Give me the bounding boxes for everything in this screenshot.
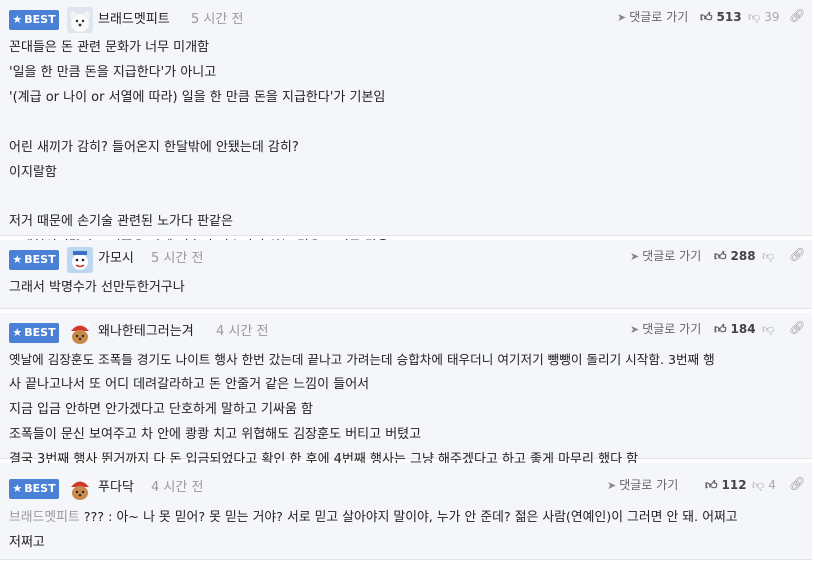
- comment-body: 꼰대들은 돈 관련 문화가 너무 미개함 '일을 한 만큼 돈을 지급한다'가 …: [9, 40, 389, 254]
- comment-time: 5 시간 전: [151, 251, 204, 266]
- send-arrow-icon: ➤: [630, 250, 640, 263]
- comment-item: ★ BEST 왜나한테그러는겨 4 시간 전 ➤ 댓글로 가기 👍︎ 184 👎︎ 🔗…: [0, 313, 812, 467]
- comment-item: ★ BEST 가모시 5 시간 전 ➤ 댓글로 가기 👍︎ 288 👎︎ 🔗︎ 그래서…: [0, 240, 812, 309]
- thumbs-up-icon: 👍︎: [705, 478, 718, 492]
- santa-dog-avatar: [67, 476, 93, 502]
- comment-body: 옛날에 김장훈도 조폭들 경기도 나이트 행사 한번 갔는데 끝나고 가려는데 …: [9, 352, 715, 467]
- thumbs-up-icon: 👍︎: [714, 249, 727, 263]
- link-icon[interactable]: 🔗︎: [789, 247, 806, 265]
- santa-dog-avatar: [67, 320, 93, 346]
- thumbs-down-icon: 👎︎: [748, 10, 761, 24]
- comment-time: 4 시간 전: [216, 324, 269, 339]
- like-button[interactable]: 👍︎ 513: [700, 8, 742, 26]
- author-nickname[interactable]: 브래드멧피트: [98, 11, 170, 29]
- author-nickname[interactable]: 푸다닥: [98, 479, 134, 497]
- white-dog-avatar: [67, 7, 93, 33]
- send-arrow-icon: ➤: [630, 323, 640, 336]
- link-icon[interactable]: 🔗︎: [789, 8, 806, 26]
- dislike-button[interactable]: 👎︎: [762, 320, 778, 338]
- like-button[interactable]: 👍︎ 288: [714, 247, 756, 265]
- star-icon: ★: [12, 326, 23, 339]
- comment-time: 4 시간 전: [151, 480, 204, 495]
- best-badge: ★ BEST: [9, 323, 59, 343]
- dislike-button[interactable]: 👎︎: [762, 247, 778, 265]
- thumbs-down-icon: 👎︎: [762, 249, 775, 263]
- comment-time: 5 시간 전: [191, 12, 244, 27]
- thumbs-up-icon: 👍︎: [714, 322, 727, 336]
- go-to-reply-link[interactable]: ➤ 댓글로 가기: [607, 476, 678, 495]
- send-arrow-icon: ➤: [617, 11, 627, 24]
- star-icon: ★: [12, 253, 23, 266]
- author-nickname[interactable]: 가모시: [98, 250, 134, 268]
- best-badge: ★ BEST: [9, 479, 59, 499]
- link-icon[interactable]: 🔗︎: [789, 476, 806, 494]
- dislike-button[interactable]: 👎︎ 4: [752, 476, 776, 494]
- thumbs-up-icon: 👍︎: [700, 10, 713, 24]
- snowman-avatar: [67, 247, 93, 273]
- quoted-username[interactable]: 브래드멧피트: [9, 510, 80, 525]
- star-icon: ★: [12, 13, 23, 26]
- star-icon: ★: [12, 482, 23, 495]
- link-icon[interactable]: 🔗︎: [789, 320, 806, 338]
- send-arrow-icon: ➤: [607, 479, 617, 492]
- go-to-reply-link[interactable]: ➤ 댓글로 가기: [630, 247, 701, 266]
- go-to-reply-link[interactable]: ➤ 댓글로 가기: [617, 8, 688, 27]
- author-nickname[interactable]: 왜나한테그러는겨: [98, 323, 194, 341]
- like-button[interactable]: 👍︎ 184: [714, 320, 756, 338]
- comment-body: 그래서 박명수가 선만두한거구나: [9, 280, 185, 295]
- comment-body: 브래드멧피트 ??? : 아~ 나 못 믿어? 못 믿는 거야? 서로 믿고 살…: [9, 510, 738, 550]
- like-button[interactable]: 👍︎ 112: [705, 476, 747, 494]
- thumbs-down-icon: 👎︎: [752, 478, 765, 492]
- best-badge: ★ BEST: [9, 10, 59, 30]
- dislike-button[interactable]: 👎︎ 39: [748, 8, 779, 26]
- comment-item: ★ BEST 푸다닥 4 시간 전 ➤ 댓글로 가기 👍︎ 112 👎︎ 4 🔗︎ 브래…: [0, 463, 812, 560]
- best-badge: ★ BEST: [9, 250, 59, 270]
- go-to-reply-link[interactable]: ➤ 댓글로 가기: [630, 320, 701, 339]
- comment-item: ★ BEST 브래드멧피트 5 시간 전 ➤ 댓글로 가기 👍︎ 513 👎︎ 39 🔗…: [0, 0, 812, 254]
- thumbs-down-icon: 👎︎: [762, 322, 775, 336]
